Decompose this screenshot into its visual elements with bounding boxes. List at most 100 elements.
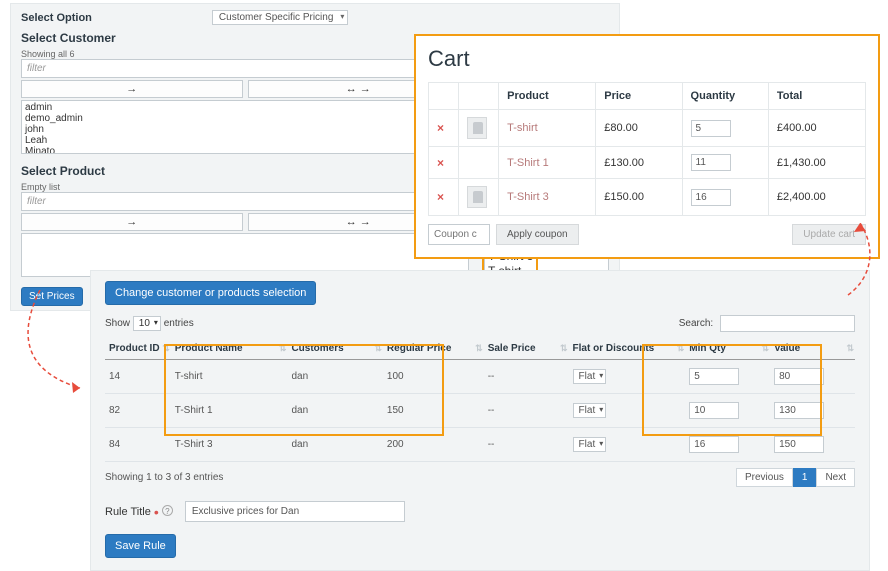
pagination: Previous 1 Next [736, 468, 855, 487]
min-qty-input[interactable] [689, 368, 739, 385]
cart-panel: Cart Product Price Quantity Total × T-shi… [414, 34, 880, 259]
col-customers[interactable]: Customers⇅ [287, 338, 382, 360]
quantity-input[interactable] [691, 120, 731, 137]
product-thumbnail [467, 186, 487, 208]
select-option-label: Select Option [21, 12, 92, 24]
list-item[interactable]: john [25, 124, 465, 135]
cell-customer: dan [287, 394, 382, 428]
move-right-button[interactable]: → [21, 80, 243, 98]
product-left-filter[interactable]: filter [21, 192, 469, 211]
list-item[interactable]: Minato [25, 146, 465, 154]
cell-price: £150.00 [596, 179, 682, 216]
search-label: Search: [679, 318, 713, 329]
cart-col-price: Price [596, 83, 682, 110]
col-sale-price[interactable]: Sale Price⇅ [484, 338, 569, 360]
cell-total: £1,430.00 [768, 147, 865, 179]
entries-control: Show 10 entries [105, 318, 194, 329]
cell-total: £2,400.00 [768, 179, 865, 216]
move-right-button[interactable]: → [21, 213, 243, 231]
show-label-post: entries [164, 318, 194, 329]
list-item[interactable]: admin [25, 102, 465, 113]
coupon-input[interactable] [428, 224, 490, 245]
quantity-input[interactable] [691, 189, 731, 206]
cell-product-id: 14 [105, 360, 171, 394]
remove-item-button[interactable]: × [437, 190, 444, 204]
col-product-id[interactable]: Product ID⇅ [105, 338, 171, 360]
cell-product-id: 82 [105, 394, 171, 428]
flat-discount-select[interactable]: Flat [573, 403, 607, 418]
pager-page-1[interactable]: 1 [793, 468, 817, 487]
cell-price: £130.00 [596, 147, 682, 179]
cart-col-quantity: Quantity [682, 83, 768, 110]
product-left-caption: Empty list [21, 182, 469, 192]
value-input[interactable] [774, 436, 824, 453]
search-input[interactable] [720, 315, 855, 332]
col-min-qty[interactable]: Min Qty⇅ [685, 338, 770, 360]
cart-heading: Cart [428, 46, 866, 72]
cell-regular-price: 150 [383, 394, 484, 428]
cell-product-name: T-Shirt 3 [171, 428, 288, 462]
min-qty-input[interactable] [689, 402, 739, 419]
cell-regular-price: 200 [383, 428, 484, 462]
product-link[interactable]: T-Shirt 3 [507, 191, 549, 203]
required-indicator: • [154, 504, 159, 520]
cart-table: Product Price Quantity Total × T-shirt £80… [428, 82, 866, 216]
value-input[interactable] [774, 368, 824, 385]
cell-price: £80.00 [596, 110, 682, 147]
search-control: Search: [679, 315, 855, 332]
cell-product-name: T-shirt [171, 360, 288, 394]
change-selection-button[interactable]: Change customer or products selection [105, 281, 316, 305]
table-row: 14T-shirtdan100-- Flat [105, 360, 855, 394]
quantity-input[interactable] [691, 154, 731, 171]
entries-dropdown[interactable]: 10 [133, 316, 161, 331]
cart-row: × T-Shirt 3 £150.00 £2,400.00 [429, 179, 866, 216]
cell-product-name: T-Shirt 1 [171, 394, 288, 428]
cell-sale-price: -- [484, 360, 569, 394]
min-qty-input[interactable] [689, 436, 739, 453]
cell-product-id: 84 [105, 428, 171, 462]
col-value[interactable]: Value⇅ [770, 338, 855, 360]
cell-total: £400.00 [768, 110, 865, 147]
apply-coupon-button[interactable]: Apply coupon [496, 224, 579, 245]
cart-col-total: Total [768, 83, 865, 110]
col-flat-discounts[interactable]: Flat or Discounts⇅ [569, 338, 686, 360]
flat-discount-select[interactable]: Flat [573, 437, 607, 452]
save-rule-button[interactable]: Save Rule [105, 534, 176, 558]
product-link[interactable]: T-Shirt 1 [507, 157, 549, 169]
remove-item-button[interactable]: × [437, 121, 444, 135]
help-icon[interactable]: ? [162, 505, 173, 516]
list-item[interactable]: Leah [25, 135, 465, 146]
pager-previous[interactable]: Previous [736, 468, 793, 487]
pager-next[interactable]: Next [816, 468, 855, 487]
value-input[interactable] [774, 402, 824, 419]
cell-regular-price: 100 [383, 360, 484, 394]
cell-sale-price: -- [484, 394, 569, 428]
update-cart-button[interactable]: Update cart [792, 224, 866, 245]
cart-row: × T-Shirt 1 £130.00 £1,430.00 [429, 147, 866, 179]
select-option-dropdown[interactable]: Customer Specific Pricing [212, 10, 348, 25]
flat-discount-select[interactable]: Flat [573, 369, 607, 384]
set-prices-button[interactable]: Set Prices [21, 287, 83, 306]
col-regular-price[interactable]: Regular Price⇅ [383, 338, 484, 360]
customer-left-caption: Showing all 6 [21, 49, 469, 59]
product-link[interactable]: T-shirt [507, 122, 538, 134]
rule-title-input[interactable] [185, 501, 405, 522]
list-item[interactable]: demo_admin [25, 113, 465, 124]
customer-left-filter[interactable]: filter [21, 59, 469, 78]
cell-customer: dan [287, 360, 382, 394]
table-info: Showing 1 to 3 of 3 entries [105, 472, 223, 483]
cart-col-product: Product [499, 83, 596, 110]
pricing-rules-panel: Change customer or products selection Sh… [90, 270, 870, 571]
remove-item-button[interactable]: × [437, 156, 444, 170]
cell-sale-price: -- [484, 428, 569, 462]
cell-customer: dan [287, 428, 382, 462]
cart-row: × T-shirt £80.00 £400.00 [429, 110, 866, 147]
rules-table: Product ID⇅ Product Name⇅ Customers⇅ Reg… [105, 338, 855, 462]
show-label-pre: Show [105, 318, 130, 329]
table-row: 82T-Shirt 1dan150-- Flat [105, 394, 855, 428]
rule-title-label: Rule Title • ? [105, 504, 173, 520]
table-row: 84T-Shirt 3dan200-- Flat [105, 428, 855, 462]
col-product-name[interactable]: Product Name⇅ [171, 338, 288, 360]
customer-available-list[interactable]: admin demo_admin john Leah Minato Taylor [21, 100, 469, 154]
product-thumbnail [467, 117, 487, 139]
